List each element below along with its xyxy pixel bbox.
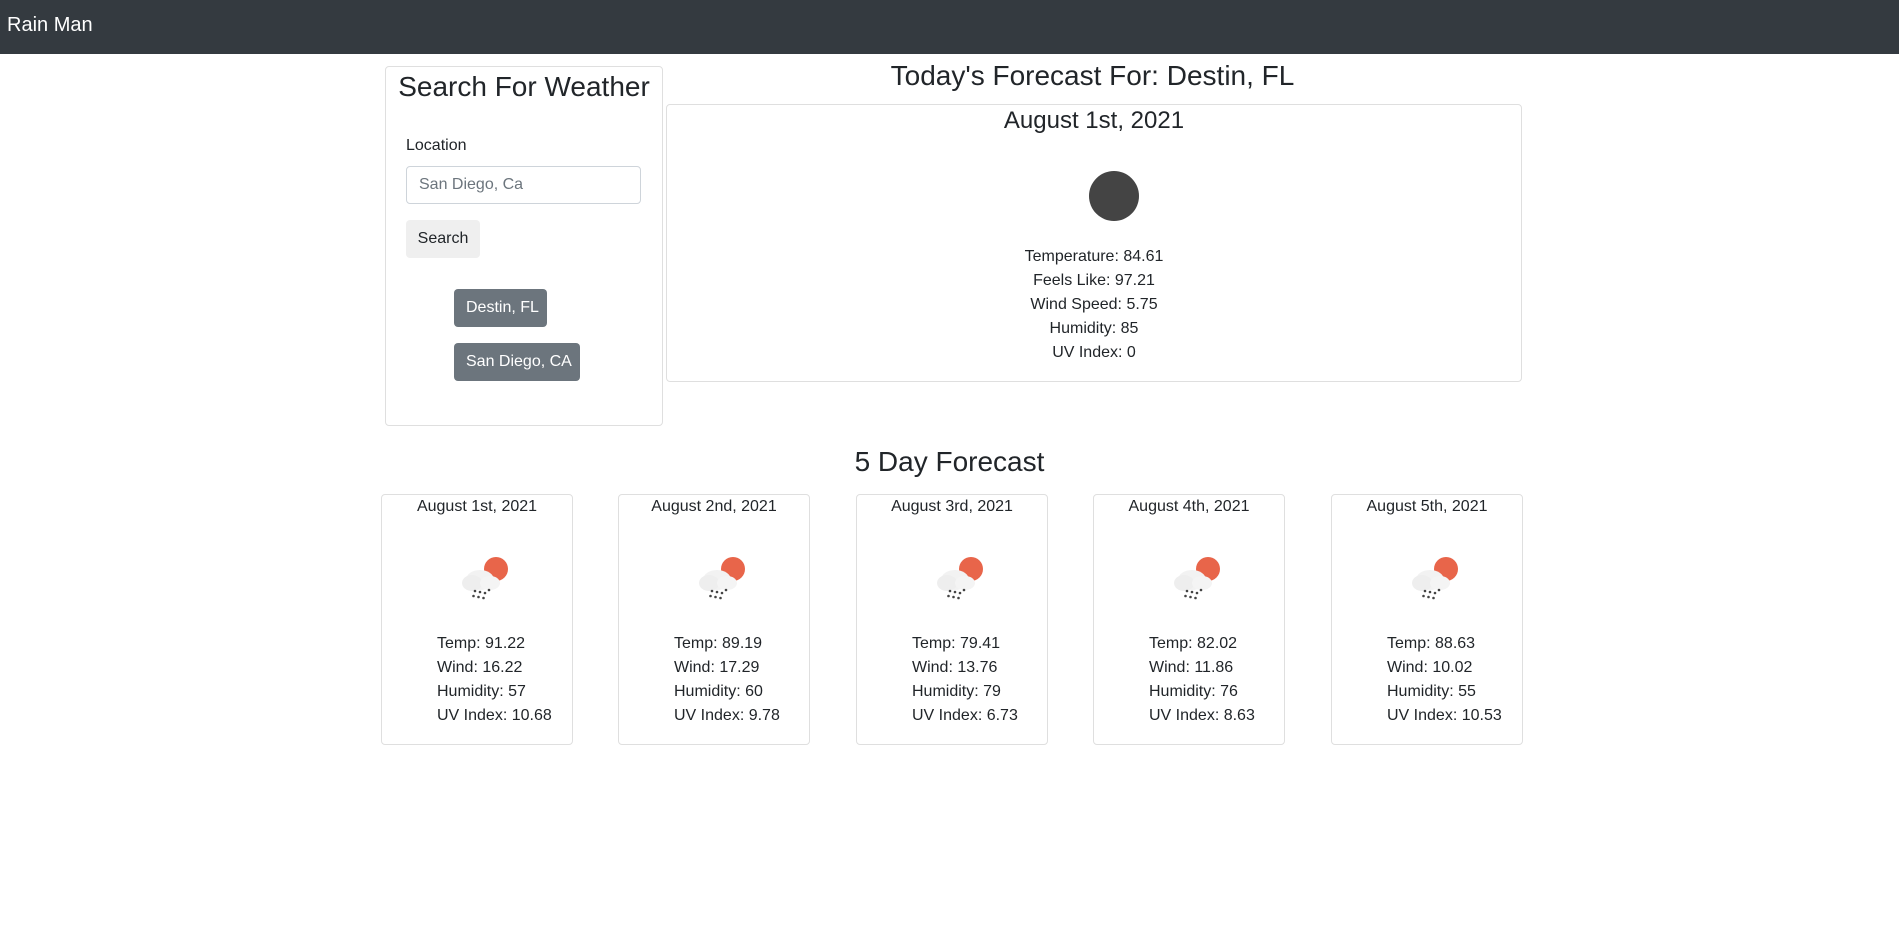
today-wind-speed: Wind Speed: 5.75 — [1030, 296, 1158, 313]
forecast-date: August 4th, 2021 — [1128, 498, 1250, 515]
forecast-wind: Wind: 10.02 — [1387, 659, 1473, 676]
today-humidity: Humidity: 85 — [1049, 320, 1139, 337]
navbar: Rain Man — [0, 0, 1899, 54]
brand-title[interactable]: Rain Man — [7, 14, 93, 37]
forecast-card: August 3rd, 2021 Temp: 79.41 Wind: 13.76 Hu… — [856, 494, 1048, 745]
forecast-date: August 2nd, 2021 — [651, 498, 777, 515]
cloud-rain-sun-icon — [1170, 553, 1226, 605]
forecast-humidity: Humidity: 60 — [674, 683, 763, 700]
forecast-wind: Wind: 11.86 — [1149, 659, 1234, 676]
forecast-humidity: Humidity: 55 — [1387, 683, 1476, 700]
forecast-card: August 2nd, 2021 Temp: 89.19 Wind: 17.29 Hu… — [618, 494, 810, 745]
forecast-temp: Temp: 88.63 — [1387, 635, 1476, 652]
forecast-uv-index: UV Index: 10.68 — [437, 707, 552, 724]
forecast-card: August 5th, 2021 Temp: 88.63 Wind: 10.02 Hu… — [1331, 494, 1523, 745]
forecast-humidity: Humidity: 76 — [1149, 683, 1238, 700]
weather-icon — [1089, 171, 1139, 221]
forecast-temp: Temp: 82.02 — [1149, 635, 1238, 652]
today-card: August 1st, 2021 Temperature: 84.61 Feel… — [666, 104, 1522, 382]
forecast-uv-index: UV Index: 6.73 — [912, 707, 1018, 724]
cloud-rain-sun-icon — [1408, 553, 1464, 605]
forecast-wind: Wind: 16.22 — [437, 659, 523, 676]
today-heading: Today's Forecast For: Destin, FL — [890, 60, 1295, 91]
today-temperature: Temperature: 84.61 — [1024, 248, 1164, 265]
forecast-wind: Wind: 17.29 — [674, 659, 760, 676]
forecast-uv-index: UV Index: 9.78 — [674, 707, 780, 724]
cloud-rain-sun-icon — [695, 553, 751, 605]
five-day-heading: 5 Day Forecast — [854, 446, 1045, 477]
forecast-uv-index: UV Index: 10.53 — [1387, 707, 1502, 724]
forecast-date: August 3rd, 2021 — [891, 498, 1013, 515]
forecast-uv-index: UV Index: 8.63 — [1149, 707, 1255, 724]
forecast-temp: Temp: 79.41 — [912, 635, 1001, 652]
today-feels-like: Feels Like: 97.21 — [1033, 272, 1155, 289]
forecast-temp: Temp: 91.22 — [437, 635, 526, 652]
forecast-humidity: Humidity: 79 — [912, 683, 1001, 700]
forecast-temp: Temp: 89.19 — [674, 635, 763, 652]
forecast-humidity: Humidity: 57 — [437, 683, 526, 700]
forecast-wind: Wind: 13.76 — [912, 659, 998, 676]
forecast-date: August 1st, 2021 — [416, 498, 538, 515]
location-input[interactable] — [406, 166, 641, 204]
cloud-rain-sun-icon — [933, 553, 989, 605]
forecast-card: August 1st, 2021 Temp: 91.22 Wind: 16.22 Hu… — [381, 494, 573, 745]
search-panel: Search For Weather Location Search Desti… — [385, 66, 663, 426]
search-button[interactable]: Search — [406, 220, 480, 258]
search-title: Search For Weather — [398, 71, 650, 102]
history-button-san-diego[interactable]: San Diego, CA — [454, 343, 580, 381]
forecast-card: August 4th, 2021 Temp: 82.02 Wind: 11.86 Hu… — [1093, 494, 1285, 745]
history-button-destin[interactable]: Destin, FL — [454, 289, 547, 327]
today-date: August 1st, 2021 — [1003, 107, 1185, 134]
location-label: Location — [406, 137, 467, 154]
forecast-date: August 5th, 2021 — [1366, 498, 1488, 515]
cloud-rain-sun-icon — [458, 553, 514, 605]
today-uv-index: UV Index: 0 — [1052, 344, 1136, 361]
